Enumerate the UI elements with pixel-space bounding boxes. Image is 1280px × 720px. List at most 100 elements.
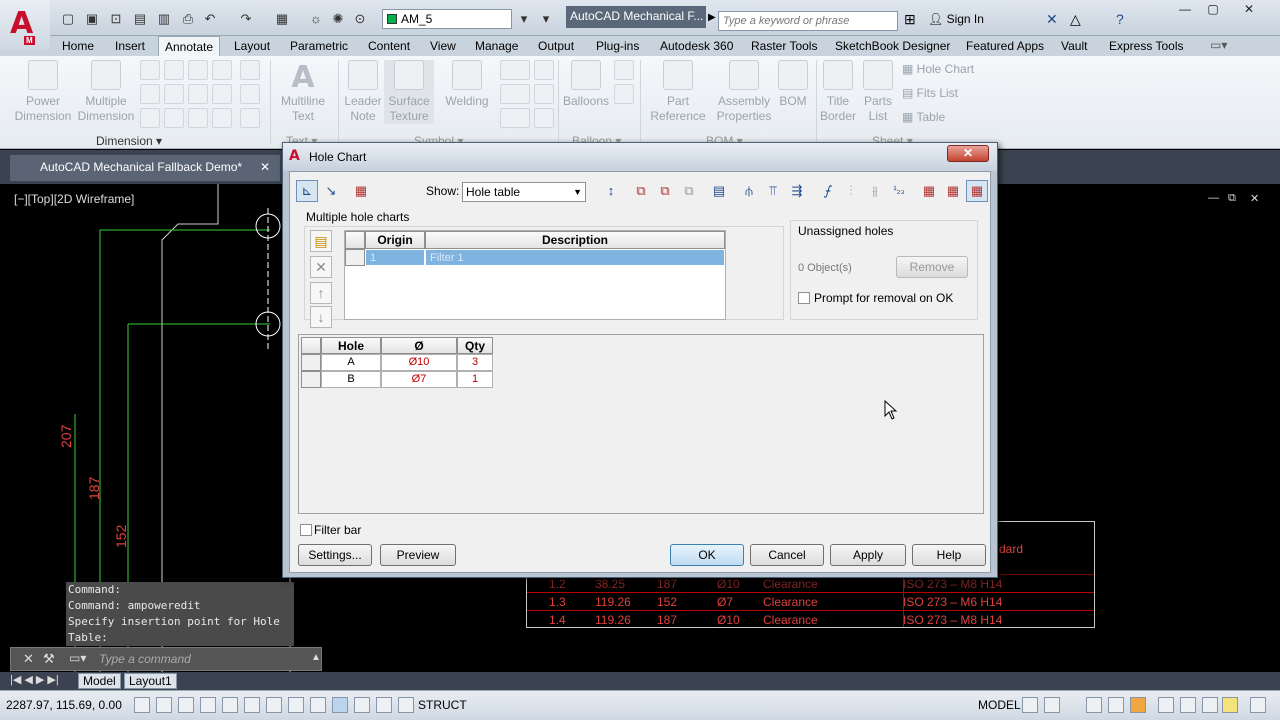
wrench-icon[interactable]: ⚒ — [43, 651, 55, 667]
lightbulb-icon[interactable]: ☼ — [306, 9, 326, 27]
title-arrow-icon[interactable]: ▶ — [708, 12, 716, 23]
app-menu-button[interactable]: A M — [0, 0, 50, 50]
document-tab[interactable]: AutoCAD Mechanical Fallback Demo* ✕ — [10, 155, 280, 181]
symbol-tool-icon[interactable] — [534, 60, 554, 80]
dim-tool-icon[interactable] — [188, 108, 208, 128]
merge-table-icon[interactable]: ⫵ — [864, 180, 886, 202]
tab-parametric[interactable]: Parametric — [284, 36, 354, 56]
snap-icon[interactable] — [156, 697, 172, 713]
dim-tool-icon[interactable] — [164, 84, 184, 104]
axis-icon[interactable]: ↘ — [320, 180, 342, 202]
table-layout-2-icon[interactable]: ▦ — [942, 180, 964, 202]
dialog-close-button[interactable]: ✕ — [947, 145, 989, 162]
quick-properties-icon[interactable] — [398, 697, 414, 713]
table-settings-icon[interactable]: ▤ — [708, 180, 730, 202]
help-button[interactable]: Help — [912, 544, 986, 566]
sort-icon[interactable]: ↕ — [600, 180, 622, 202]
a360-icon[interactable]: △ — [1070, 11, 1081, 28]
coordinates-readout[interactable]: 2287.97, 115.69, 0.00 — [6, 698, 122, 712]
viewport-close-icon[interactable]: ✕ — [1250, 192, 1259, 205]
surface-texture-button[interactable]: Surface Texture — [384, 60, 434, 124]
dim-tool-icon[interactable] — [212, 60, 232, 80]
tab-sketchbook-designer[interactable]: SketchBook Designer — [829, 36, 956, 56]
tab-model[interactable]: Model — [78, 673, 121, 689]
ok-button[interactable]: OK — [670, 544, 744, 566]
dialog-title-bar[interactable]: A Hole Chart ✕ — [283, 143, 997, 171]
quick-view-layouts-icon[interactable] — [1022, 697, 1038, 713]
tab-output[interactable]: Output — [532, 36, 580, 56]
cell-qty[interactable]: 3 — [457, 354, 493, 371]
annotation-scale-icon[interactable] — [1086, 697, 1102, 713]
clean-screen-icon[interactable] — [1202, 697, 1218, 713]
binoculars-icon[interactable]: ⊞ — [904, 11, 916, 28]
settings-button[interactable]: Settings... — [298, 544, 372, 566]
hole-chart-list-item[interactable]: ▦ Hole Chart — [902, 62, 974, 76]
dim-tool-icon[interactable] — [164, 60, 184, 80]
minimize-button[interactable]: — — [1170, 2, 1200, 20]
table-list-item[interactable]: ▦ Table — [902, 110, 945, 124]
lightbulb-status-icon[interactable] — [1222, 697, 1238, 713]
fits-list-item[interactable]: ▤ Fits List — [902, 86, 958, 100]
tab-plug-ins[interactable]: Plug-ins — [590, 36, 645, 56]
cell-diameter[interactable]: Ø7 — [381, 371, 457, 388]
dim-tool-icon[interactable] — [140, 60, 160, 80]
redo-icon[interactable]: ↷ — [236, 9, 256, 27]
cell-origin[interactable]: 1 — [365, 249, 425, 266]
grid-icon[interactable] — [178, 697, 194, 713]
open-file-icon[interactable]: ▣ — [82, 9, 102, 27]
cell-diameter[interactable]: Ø10 — [381, 354, 457, 371]
print-icon[interactable]: ⎙ — [178, 9, 198, 27]
balloons-button[interactable]: Balloons — [560, 60, 612, 109]
command-history-toggle-icon[interactable]: ▲ — [311, 652, 321, 663]
tab-content[interactable]: Content — [362, 36, 416, 56]
table-grid-icon[interactable]: ▦ — [350, 180, 372, 202]
parts-list-button[interactable]: Parts List — [858, 60, 898, 124]
delete-chart-icon[interactable]: ✕ — [310, 256, 332, 278]
balloon-tool-icon[interactable] — [614, 60, 634, 80]
column-header-diameter[interactable]: Ø — [381, 337, 457, 354]
cell-description[interactable]: Filter 1 — [425, 249, 725, 266]
command-prompt-icon[interactable]: ▭▾ — [69, 651, 86, 665]
workspace-switch-icon[interactable] — [1108, 697, 1124, 713]
customize-qat-icon[interactable]: ▾ — [536, 9, 556, 27]
maximize-button[interactable]: ▢ — [1198, 2, 1228, 20]
arrange-icon[interactable]: ⇶ — [786, 180, 808, 202]
close-window-button[interactable]: ✕ — [1234, 2, 1264, 20]
row-selector[interactable] — [301, 354, 321, 371]
symbol-tool-icon[interactable] — [534, 84, 554, 104]
3d-osnap-icon[interactable] — [266, 697, 282, 713]
cell-hole[interactable]: A — [321, 354, 381, 371]
formula-icon[interactable]: ⨍ — [816, 180, 838, 202]
tab-view[interactable]: View — [424, 36, 462, 56]
dim-tool-icon[interactable] — [240, 108, 260, 128]
toolbar-lock-icon[interactable] — [1158, 697, 1174, 713]
sign-in-link[interactable]: 👤︎ Sign In — [928, 12, 984, 26]
show-dropdown[interactable]: Hole table ▼ — [462, 182, 586, 202]
save-as-icon[interactable]: ▤ — [130, 9, 150, 27]
hardware-acceleration-icon[interactable] — [1130, 697, 1146, 713]
prompt-removal-checkbox[interactable] — [798, 292, 810, 304]
lock-icon[interactable]: ⊙ — [350, 9, 370, 27]
exchange-icon[interactable]: ✕ — [1046, 11, 1058, 28]
ribbon-minimize-icon[interactable]: ▭▾ — [1210, 38, 1227, 52]
remove-button[interactable]: Remove — [896, 256, 968, 278]
tab-autodesk-360[interactable]: Autodesk 360 — [654, 36, 739, 56]
tab-manage[interactable]: Manage — [469, 36, 524, 56]
web-save-icon[interactable]: ▥ — [154, 9, 174, 27]
column-header-qty[interactable]: Qty — [457, 337, 493, 354]
table-layout-1-icon[interactable]: ▦ — [918, 180, 940, 202]
split-rows-icon[interactable]: ⧉ — [678, 180, 700, 202]
layer-dropdown-arrow-icon[interactable]: ▾ — [514, 9, 534, 27]
leader-note-button[interactable]: Leader Note — [340, 60, 386, 124]
move-up-icon[interactable]: ↑ — [310, 282, 332, 304]
isolate-objects-icon[interactable] — [1180, 697, 1196, 713]
column-header-origin[interactable]: Origin — [365, 231, 425, 249]
dim-tool-icon[interactable] — [240, 84, 260, 104]
struct-toggle[interactable]: STRUCT — [418, 698, 467, 712]
column-icon[interactable]: ⫪ — [762, 180, 784, 202]
ortho-icon[interactable] — [200, 697, 216, 713]
dyn-icon[interactable] — [332, 697, 348, 713]
workspace-dropdown[interactable]: AM_5 — [382, 9, 512, 29]
bom-button[interactable]: BOM — [776, 60, 810, 109]
tab-featured-apps[interactable]: Featured Apps — [960, 36, 1050, 56]
